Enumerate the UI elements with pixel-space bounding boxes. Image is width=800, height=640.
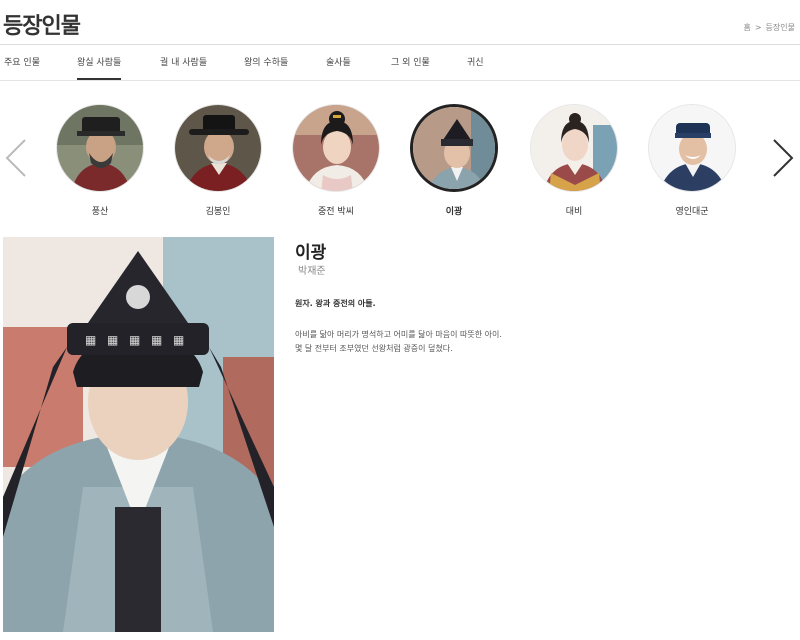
character-name: 김봉인 [205,207,231,217]
svg-text:▦: ▦ [107,333,118,347]
tabs-divider [0,80,800,81]
detail-character-name: 이광 [295,243,327,263]
avatar [56,104,144,192]
breadcrumb-separator: > [754,23,762,32]
carousel-prev-button[interactable] [3,136,31,180]
description-line: 몇 달 전부터 조부였던 선왕처럼 광증이 덮쳤다. [295,344,453,353]
page-title: 등장인물 [3,14,81,39]
character-card[interactable]: 중전 박씨 [281,104,391,217]
character-portrait: ▦ ▦ ▦ ▦ ▦ [3,237,274,632]
category-tabs: 주요 인물 왕실 사람들 궐 내 사람들 왕의 수하들 술사들 그 외 인물 귀… [0,56,800,80]
character-card[interactable]: 대비 [519,104,629,217]
character-name: 풍산 [91,207,109,217]
detail-actor-name: 박재준 [298,266,326,277]
character-card[interactable]: 영인대군 [637,104,747,217]
character-name: 영인대군 [675,207,709,217]
character-card[interactable]: 풍산 [45,104,155,217]
tab-palace-people[interactable]: 궐 내 사람들 [160,56,207,80]
chevron-right-icon [773,139,794,177]
detail-description: 아비를 닮아 머리가 명석하고 어미를 닮아 마음이 따뜻한 아이. 몇 달 전… [295,328,502,356]
svg-text:▦: ▦ [173,333,184,347]
character-name: 대비 [565,207,583,217]
avatar [410,104,498,192]
character-name: 중전 박씨 [318,207,354,217]
svg-text:▦: ▦ [151,333,162,347]
tab-sorcerers[interactable]: 술사들 [326,56,351,80]
tab-other-characters[interactable]: 그 외 인물 [391,56,430,80]
avatar [292,104,380,192]
chevron-left-icon [5,139,26,177]
tab-ghosts[interactable]: 귀신 [467,56,484,80]
carousel-next-button[interactable] [768,136,796,180]
svg-text:▦: ▦ [85,333,96,347]
character-card-active[interactable]: 이광 [399,104,509,217]
character-card[interactable]: 김봉인 [163,104,273,217]
breadcrumb: 홈 > 등장인물 [743,22,795,33]
title-divider [0,44,800,45]
svg-text:▦: ▦ [129,333,140,347]
tab-main-characters[interactable]: 주요 인물 [4,56,40,80]
avatar [648,104,736,192]
character-name: 이광 [445,207,463,217]
breadcrumb-home-link[interactable]: 홈 [743,22,750,33]
tab-king-subordinates[interactable]: 왕의 수하들 [244,56,288,80]
detail-summary: 원자. 왕과 중전의 아들. [295,299,376,308]
tab-royal-family[interactable]: 왕실 사람들 [77,56,122,80]
avatar [530,104,618,192]
breadcrumb-current: 등장인물 [765,23,795,32]
avatar [174,104,262,192]
description-line: 아비를 닮아 머리가 명석하고 어미를 닮아 마음이 따뜻한 아이. [295,330,502,339]
